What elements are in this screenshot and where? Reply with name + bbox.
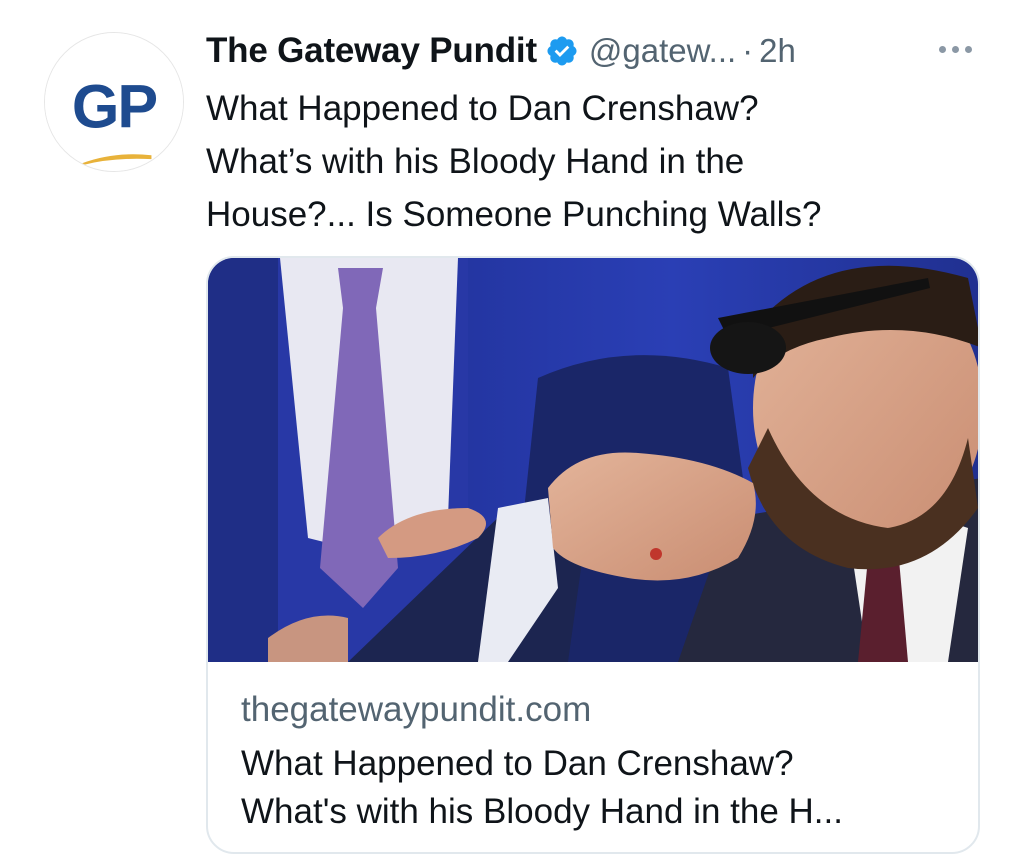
timestamp[interactable]: 2h <box>759 32 796 70</box>
link-preview-card[interactable]: thegatewaypundit.com What Happened to Da… <box>206 256 980 854</box>
card-domain: thegatewaypundit.com <box>241 690 592 729</box>
verified-badge-icon <box>545 34 579 68</box>
avatar[interactable]: GP <box>44 32 184 172</box>
gp-logo-icon: GP <box>45 33 183 171</box>
handle[interactable]: @gatew... <box>589 32 736 70</box>
card-title-line: What's with his Bloody Hand in the H... <box>241 792 843 831</box>
tweet-text-line: What’s with his Bloody Hand in the <box>206 142 745 181</box>
card-image[interactable] <box>208 258 978 662</box>
more-options-button[interactable] <box>930 34 980 64</box>
tweet[interactable]: GP The Gateway Pundit @gatew... · 2h Wha… <box>0 0 1024 866</box>
avatar-logo-text: GP <box>72 73 157 141</box>
display-name[interactable]: The Gateway Pundit <box>206 31 537 71</box>
news-photo <box>208 258 978 662</box>
tweet-text-line: House?... Is Someone Punching Walls? <box>206 195 822 234</box>
dot-icon <box>964 45 972 53</box>
card-title-line: What Happened to Dan Crenshaw? <box>241 744 794 783</box>
card-meta: thegatewaypundit.com What Happened to Da… <box>208 662 978 852</box>
tweet-text-line: What Happened to Dan Crenshaw? <box>206 89 759 128</box>
tweet-header: The Gateway Pundit @gatew... · 2h <box>206 26 796 76</box>
separator-dot: · <box>742 32 754 69</box>
dot-icon <box>951 45 959 53</box>
card-title: What Happened to Dan Crenshaw? What's wi… <box>241 740 961 836</box>
tweet-text: What Happened to Dan Crenshaw? What’s wi… <box>206 82 966 241</box>
dot-icon <box>938 45 946 53</box>
